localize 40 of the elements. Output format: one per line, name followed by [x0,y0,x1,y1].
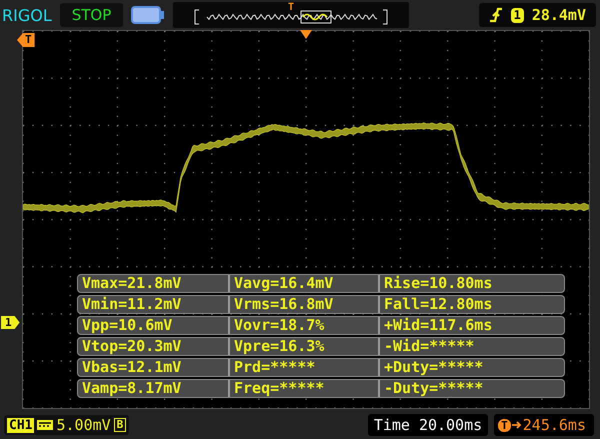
measurement-value: -Wid=***** [378,338,564,355]
measurement-value: +Duty=***** [378,359,564,376]
battery-icon [131,6,166,24]
trigger-offset-panel[interactable]: T 245.6ms [494,414,594,436]
timebase-panel[interactable]: Time 20.00ms [368,414,488,436]
channel-marker[interactable]: 1 [1,316,20,329]
measurement-value: Rise=10.80ms [378,275,564,292]
channel-label: CH1 [7,418,34,432]
measurement-value: Vmin=11.2mV [81,296,182,313]
vertical-scale: 5.00mV [56,416,111,434]
run-state-indicator: STOP [60,3,124,27]
measurement-value: Vamp=8.17mV [81,380,182,397]
measurement-value: Vpre=16.3% [228,338,378,355]
measurement-value: Vmax=21.8mV [81,275,182,292]
trigger-level-marker[interactable]: T [17,33,35,47]
measurement-value: Vbas=12.1mV [81,359,182,376]
measurement-value: Fall=12.80ms [378,296,564,313]
measurement-value: -Duty=***** [378,380,564,397]
rising-edge-icon [488,7,503,23]
trigger-offset-value: 245.6ms [522,416,586,434]
measurement-value: Vtop=20.3mV [81,338,182,355]
dc-coupling-icon [37,420,54,430]
trigger-source-badge: 1 [510,8,524,22]
brand-logo: RIGOL [2,6,52,24]
measurement-value: Vovr=18.7% [228,317,378,334]
bandwidth-limit-indicator: B [114,418,126,432]
channel-scale-panel[interactable]: CH1 5.00mV B [4,415,130,435]
measurement-value: Vpp=10.6mV [81,317,174,334]
timebase-label: Time [374,416,410,434]
timebase-value: 20.00ms [418,416,482,434]
trigger-level: 28.4mV [532,6,586,24]
memory-waveform-drawing: T [191,2,392,28]
right-arrow-icon [512,420,522,430]
trigger-position-marker[interactable] [300,30,312,39]
measurement-value: Prd=***** [228,359,378,376]
measurement-value: +Wid=117.6ms [378,317,564,334]
measurement-value: Vrms=16.8mV [228,296,378,313]
measurement-value: Freq=***** [228,380,378,397]
trigger-offset-marker: T [498,418,511,432]
measurement-value: Vavg=16.4mV [228,275,378,292]
